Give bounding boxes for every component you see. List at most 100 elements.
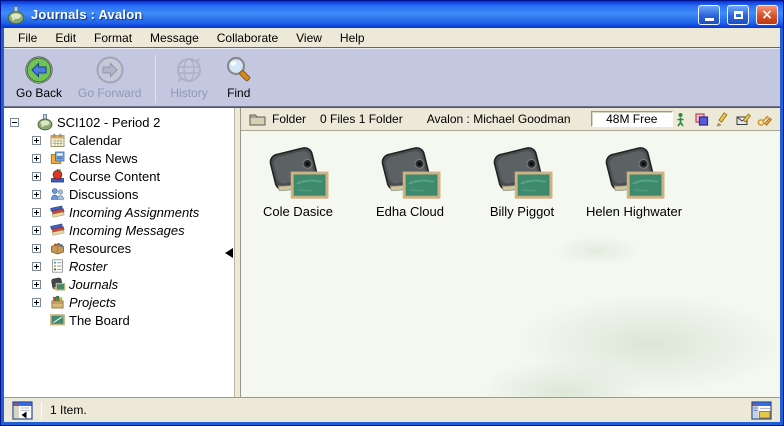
pane-splitter[interactable] — [234, 108, 241, 397]
tree-item-label: Class News — [69, 151, 138, 166]
collapse-pane-arrow-icon[interactable] — [225, 248, 233, 258]
statusbar: 1 Item. — [4, 397, 780, 422]
history-button[interactable]: History — [162, 53, 215, 102]
expand-toggle[interactable] — [32, 280, 41, 289]
sidebar-tree: SCI102 - Period 2 Calendar Class News Co… — [4, 108, 234, 397]
menu-help[interactable]: Help — [331, 29, 374, 47]
sidebar-item-projects[interactable]: Projects — [4, 293, 234, 311]
toggle-view-pane-button[interactable] — [751, 401, 772, 420]
sidebar-item-calendar[interactable]: Calendar — [4, 131, 234, 149]
expand-toggle[interactable] — [32, 262, 41, 271]
sidebar-item-course-content[interactable]: Course Content — [4, 167, 234, 185]
journal-name: Helen Highwater — [586, 204, 682, 219]
minimize-button[interactable] — [698, 5, 720, 25]
find-button[interactable]: Find — [216, 53, 262, 102]
expand-toggle[interactable] — [32, 208, 41, 217]
toolbar-separator — [155, 55, 156, 103]
journal-book-icon — [264, 145, 332, 203]
sidebar-item-discussions[interactable]: Discussions — [4, 185, 234, 203]
sidebar-item-resources[interactable]: Resources — [4, 239, 234, 257]
menu-collaborate[interactable]: Collaborate — [208, 29, 287, 47]
sidebar-item-journals[interactable]: Journals — [4, 275, 234, 293]
tree-item-label: Course Content — [69, 169, 160, 184]
pencil-icon[interactable] — [715, 112, 730, 127]
app-flask-icon[interactable] — [6, 5, 26, 25]
window-frame: File Edit Format Message Collaborate Vie… — [1, 28, 783, 425]
folder-icon — [249, 112, 266, 126]
flask-icon — [36, 113, 54, 131]
tree-root-label: SCI102 - Period 2 — [57, 115, 160, 130]
expand-toggle[interactable] — [32, 244, 41, 253]
expand-toggle[interactable] — [32, 172, 41, 181]
books-icon — [49, 222, 66, 238]
sidebar-item-incoming-messages[interactable]: Incoming Messages — [4, 221, 234, 239]
expand-toggle[interactable] — [32, 190, 41, 199]
header-icon-group — [673, 112, 772, 127]
item-count-label: 1 Item. — [50, 403, 87, 417]
menu-file[interactable]: File — [9, 29, 46, 47]
tree-item-label: Resources — [69, 241, 131, 256]
journal-item-cole-dasice[interactable]: Cole Dasice — [242, 145, 354, 219]
tree-root-sci102[interactable]: SCI102 - Period 2 — [4, 113, 234, 131]
journal-name: Edha Cloud — [376, 204, 444, 219]
layers-icon[interactable] — [694, 112, 709, 127]
tree-item-label: Calendar — [69, 133, 122, 148]
journal-book-icon — [376, 145, 444, 203]
go-back-button[interactable]: Go Back — [8, 53, 70, 102]
menu-edit[interactable]: Edit — [46, 29, 85, 47]
free-space-indicator: 48M Free — [591, 111, 673, 127]
news-icon — [49, 150, 66, 166]
globe-icon — [174, 55, 204, 85]
tree-item-label: Roster — [69, 259, 107, 274]
journal-book-icon — [488, 145, 556, 203]
journal-book-icon — [49, 276, 66, 292]
find-label: Find — [227, 86, 250, 100]
collapse-toggle[interactable] — [10, 118, 19, 127]
people-icon — [49, 186, 66, 202]
location-label: Avalon : Michael Goodman — [427, 112, 571, 126]
journal-book-icon — [600, 145, 668, 203]
content-header: Folder 0 Files 1 Folder Avalon : Michael… — [241, 108, 780, 131]
forward-arrow-icon — [95, 55, 125, 85]
crate-icon — [49, 294, 66, 310]
close-button[interactable]: × — [756, 5, 778, 25]
menu-message[interactable]: Message — [141, 29, 208, 47]
content-pane: Folder 0 Files 1 Folder Avalon : Michael… — [241, 108, 780, 397]
expand-toggle[interactable] — [32, 154, 41, 163]
close-icon: × — [761, 8, 773, 22]
sidebar-item-roster[interactable]: Roster — [4, 257, 234, 275]
compose-icon[interactable] — [736, 112, 751, 127]
tree-item-label: The Board — [69, 313, 130, 328]
toolbar: Go Back Go Forward History Find — [4, 48, 780, 107]
sidebar-item-incoming-assignments[interactable]: Incoming Assignments — [4, 203, 234, 221]
go-back-label: Go Back — [16, 86, 62, 100]
file-folder-counts: 0 Files 1 Folder — [320, 112, 403, 126]
expand-toggle[interactable] — [32, 136, 41, 145]
tree-item-label: Incoming Messages — [69, 223, 185, 238]
go-forward-button[interactable]: Go Forward — [70, 53, 149, 102]
journal-item-helen-highwater[interactable]: Helen Highwater — [578, 145, 690, 219]
main-split: SCI102 - Period 2 Calendar Class News Co… — [4, 107, 780, 397]
back-arrow-icon — [24, 55, 54, 85]
statusbar-separator — [41, 402, 42, 419]
expand-toggle[interactable] — [32, 226, 41, 235]
menubar: File Edit Format Message Collaborate Vie… — [4, 28, 780, 48]
tree-item-label: Discussions — [69, 187, 138, 202]
person-icon[interactable] — [673, 112, 688, 127]
maximize-icon — [734, 11, 743, 19]
apple-books-icon — [49, 168, 66, 184]
key-pen-icon[interactable] — [757, 112, 772, 127]
menu-format[interactable]: Format — [85, 29, 141, 47]
journal-item-edha-cloud[interactable]: Edha Cloud — [354, 145, 466, 219]
folder-view[interactable]: Cole Dasice Edha Cloud Billy Piggot Hele… — [241, 131, 780, 397]
magnifier-icon — [224, 55, 254, 85]
journal-item-billy-piggot[interactable]: Billy Piggot — [466, 145, 578, 219]
sidebar-item-class-news[interactable]: Class News — [4, 149, 234, 167]
toggle-tree-pane-button[interactable] — [12, 401, 33, 420]
titlebar: Journals : Avalon × — [1, 1, 783, 28]
expand-toggle[interactable] — [32, 298, 41, 307]
sidebar-item-the-board[interactable]: The Board — [4, 311, 234, 329]
chalkboard-icon — [49, 312, 66, 328]
maximize-button[interactable] — [727, 5, 749, 25]
menu-view[interactable]: View — [287, 29, 331, 47]
